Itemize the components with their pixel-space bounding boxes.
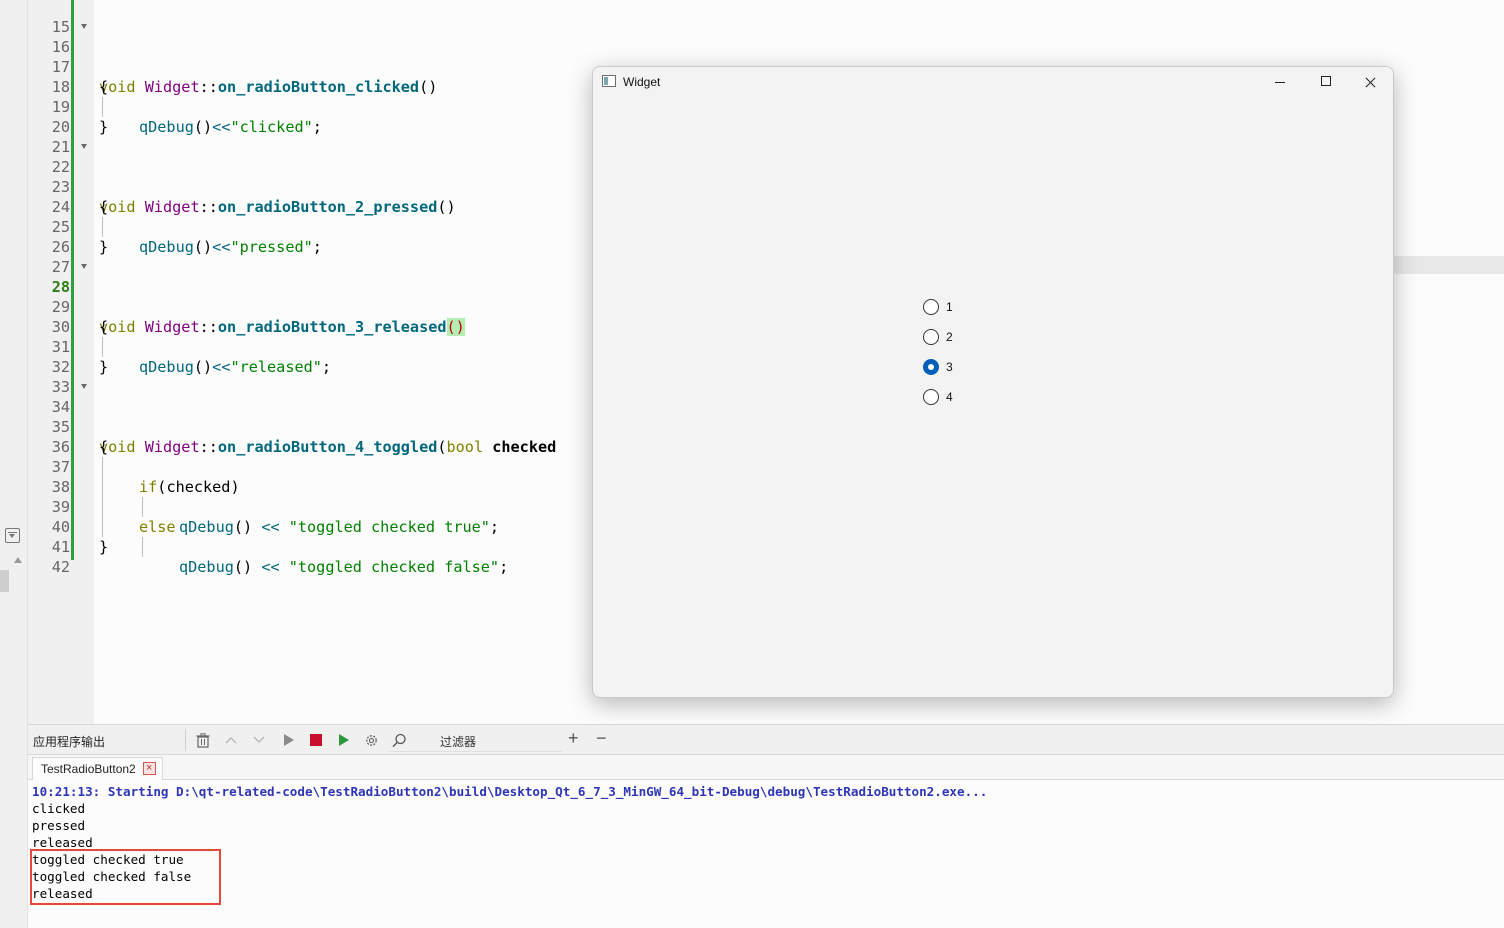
fold-arrow-icon[interactable] bbox=[81, 24, 87, 29]
minimize-button[interactable] bbox=[1257, 67, 1303, 97]
collapse-panel-icon[interactable] bbox=[5, 528, 20, 543]
maximize-button[interactable] bbox=[1303, 67, 1349, 97]
radio-button-3[interactable]: 3 bbox=[923, 357, 953, 377]
radio-label: 2 bbox=[946, 330, 953, 344]
output-toolbar: 应用程序输出 过滤器 + − bbox=[28, 724, 1504, 755]
radio-button-2[interactable]: 2 bbox=[923, 327, 953, 347]
radio-circle-checked[interactable] bbox=[923, 359, 939, 375]
application-output[interactable]: 10:21:13: Starting D:\qt-related-code\Te… bbox=[28, 780, 1504, 928]
clear-trash-icon[interactable] bbox=[194, 731, 212, 749]
code-line: 16 void Widget::on_radioButton_clicked() bbox=[28, 17, 1504, 96]
filter-placeholder: 过滤器 bbox=[440, 735, 477, 749]
fold-arrow-icon[interactable] bbox=[81, 264, 87, 269]
left-side-strip bbox=[0, 0, 28, 928]
annotation-highlight-box bbox=[30, 849, 221, 905]
scroll-up-arrow-icon[interactable] bbox=[14, 557, 22, 563]
window-title: Widget bbox=[623, 75, 661, 89]
output-tab-bar: TestRadioButton2 × bbox=[28, 755, 1504, 780]
radio-circle[interactable] bbox=[923, 389, 939, 405]
close-icon[interactable]: × bbox=[142, 762, 156, 775]
radio-circle[interactable] bbox=[923, 329, 939, 345]
radio-button-1[interactable]: 1 bbox=[923, 297, 953, 317]
search-filter-icon bbox=[390, 731, 408, 749]
code-line: 17 { bbox=[28, 37, 1504, 96]
close-button[interactable] bbox=[1347, 67, 1393, 97]
line-number: 42 bbox=[51, 558, 70, 576]
next-down-icon[interactable] bbox=[250, 731, 268, 749]
output-pane-title: 应用程序输出 bbox=[33, 735, 106, 749]
output-line: 10:21:13: Starting D:\qt-related-code\Te… bbox=[32, 784, 988, 799]
settings-gear-icon[interactable] bbox=[362, 731, 380, 749]
fold-arrow-icon[interactable] bbox=[81, 144, 87, 149]
output-tab[interactable]: TestRadioButton2 × bbox=[32, 757, 163, 780]
string-literal: "toggled checked false" bbox=[288, 558, 500, 576]
radio-button-4[interactable]: 4 bbox=[923, 387, 953, 407]
radio-circle[interactable] bbox=[923, 299, 939, 315]
code-line: 15 bbox=[28, 0, 1504, 36]
scrollbar-thumb[interactable] bbox=[0, 570, 9, 592]
debug-run-icon[interactable] bbox=[335, 731, 353, 749]
operator: << bbox=[252, 558, 289, 576]
call-name: qDebug bbox=[179, 558, 234, 576]
parens: () bbox=[233, 558, 253, 576]
output-line: clicked bbox=[32, 801, 86, 816]
fold-arrow-icon[interactable] bbox=[81, 384, 87, 389]
radio-label: 4 bbox=[946, 390, 953, 404]
run-play-icon[interactable] bbox=[280, 731, 298, 749]
widget-window[interactable]: Widget 1 2 3 4 bbox=[592, 66, 1394, 698]
output-tab-label: TestRadioButton2 bbox=[41, 762, 136, 776]
plus-icon[interactable]: + bbox=[568, 728, 579, 749]
previous-up-icon[interactable] bbox=[222, 731, 240, 749]
stop-icon[interactable] bbox=[307, 731, 325, 749]
app-window-icon bbox=[602, 75, 616, 87]
radio-label: 1 bbox=[946, 300, 953, 314]
minus-icon[interactable]: − bbox=[596, 728, 607, 749]
semicolon: ; bbox=[499, 558, 509, 576]
radio-label: 3 bbox=[946, 360, 953, 374]
output-line: pressed bbox=[32, 818, 86, 833]
toolbar-separator bbox=[185, 729, 186, 751]
window-titlebar[interactable]: Widget bbox=[593, 67, 1393, 97]
